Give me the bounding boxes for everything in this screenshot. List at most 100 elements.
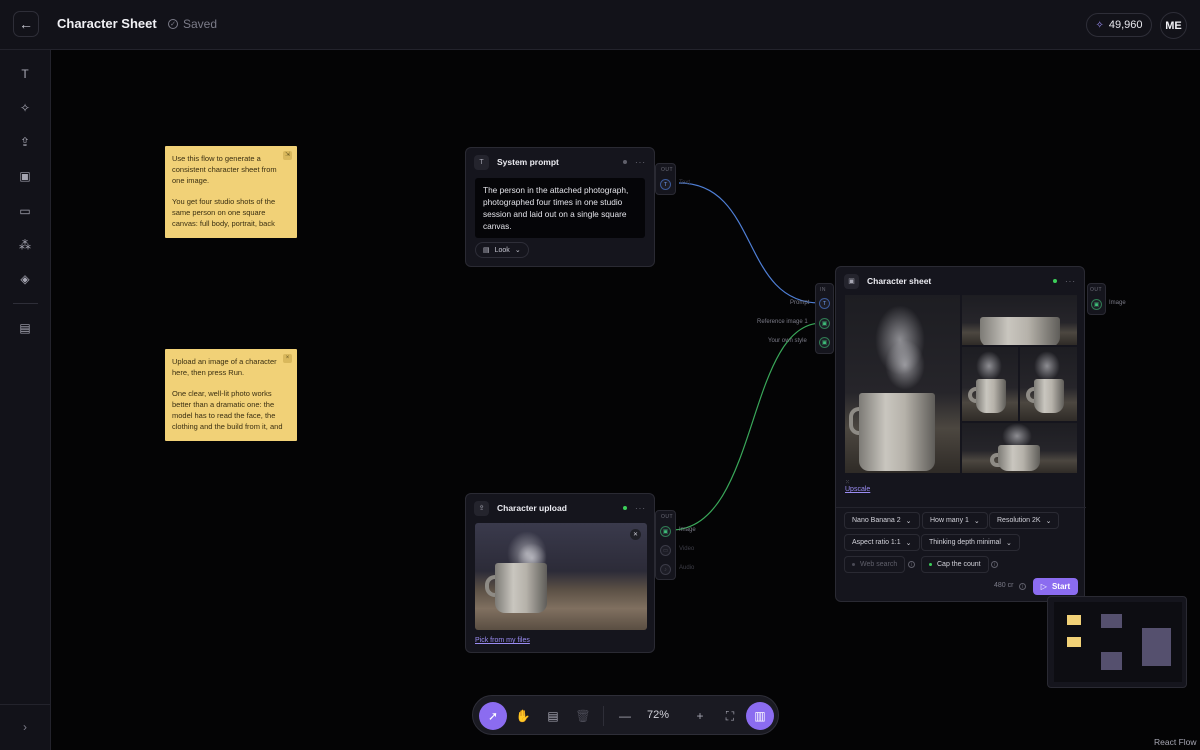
image-tool-button[interactable]: ▣ [14, 165, 36, 187]
magic-wand-tool-button[interactable]: ⁂ [14, 234, 36, 256]
audio-out-port[interactable]: ♪ [660, 564, 671, 575]
minimap-node [1101, 652, 1122, 670]
thinking-depth-select[interactable]: Thinking depth minimal ⌄ [921, 534, 1020, 551]
style-in-port[interactable]: ▣ [819, 337, 830, 348]
character-sheet-node[interactable]: ▣ Character sheet ··· ⁙ Upscale Nano Ban… [835, 266, 1086, 602]
toggle-dot [929, 563, 932, 566]
start-button[interactable]: ▷ Start [1033, 578, 1078, 595]
left-sidebar: T ✧ ⇪ ▣ ▭ ⁂ ◈ ▤ › [0, 50, 51, 750]
zoom-out-button[interactable]: — [611, 702, 639, 730]
map-icon: ▥ [754, 709, 766, 723]
port-label: Image [679, 527, 696, 533]
aspect-ratio-select[interactable]: Aspect ratio 1:1 ⌄ [844, 534, 920, 551]
minimap[interactable] [1047, 596, 1187, 688]
info-icon[interactable]: i [991, 561, 998, 568]
credits-badge[interactable]: ✧ 49,960 [1086, 13, 1152, 37]
character-sheet-in-ports: IN T ▣ ▣ [815, 283, 834, 354]
avatar[interactable]: ME [1160, 12, 1187, 39]
pick-from-files-link[interactable]: Pick from my files [475, 637, 530, 644]
result-image-left[interactable] [962, 347, 1018, 421]
resolution-select[interactable]: Resolution 2K ⌄ [989, 512, 1060, 529]
chevron-down-icon: ⌄ [1045, 517, 1052, 525]
pan-tool-button[interactable]: ✋ [509, 702, 537, 730]
sidebar-footer-divider [0, 704, 51, 705]
how-many-select[interactable]: How many 1 ⌄ [922, 512, 988, 529]
character-sheet-out-ports: OUT ▣ [1087, 283, 1106, 315]
toolbar-divider [603, 706, 604, 726]
note-text: You get four studio shots of the same pe… [172, 197, 276, 228]
port-label: Reference image 1 [757, 319, 808, 325]
resize-icon[interactable]: ⇲ [283, 151, 292, 160]
video-tool-button[interactable]: ▭ [14, 200, 36, 222]
chevron-down-icon: ⌄ [905, 539, 912, 547]
page-title: Character Sheet [57, 16, 157, 31]
close-icon[interactable]: × [283, 354, 292, 363]
info-icon[interactable]: i [1019, 583, 1026, 590]
sticky-note-intro[interactable]: ⇲ Use this flow to generate a consistent… [165, 146, 297, 238]
reference-image-in-port[interactable]: ▣ [819, 318, 830, 329]
trash-icon: 🗑 [575, 709, 591, 723]
text-out-port[interactable]: T [660, 179, 671, 190]
minimap-toggle-button[interactable]: ▥ [746, 702, 774, 730]
out-tag: OUT [661, 514, 674, 520]
port-label: Your own style [768, 338, 807, 344]
model-select[interactable]: Nano Banana 2 ⌄ [844, 512, 920, 529]
assets-icon: ▤ [19, 321, 31, 335]
layers-tool-button[interactable]: ◈ [14, 268, 36, 290]
note-text: Use this flow to generate a consistent c… [172, 154, 277, 185]
cap-count-label: Cap the count [937, 561, 981, 568]
upscale-link[interactable]: Upscale [845, 486, 870, 493]
select-tool-button[interactable]: ➚ [479, 702, 507, 730]
status-dot [623, 506, 627, 510]
result-image-bottom[interactable] [962, 423, 1077, 473]
image-out-port[interactable]: ▣ [660, 526, 671, 537]
info-icon[interactable]: i [908, 561, 915, 568]
web-search-toggle[interactable]: Web search [844, 556, 906, 573]
more-icon[interactable]: ··· [635, 158, 646, 167]
cap-count-toggle[interactable]: Cap the count [921, 556, 989, 573]
chevron-down-icon: ⌄ [1005, 539, 1012, 547]
result-image-right[interactable] [1020, 347, 1077, 421]
note-tool-button[interactable]: ▤ [539, 702, 567, 730]
sparkle-tool-button[interactable]: ✧ [14, 97, 36, 119]
look-label: Look [494, 246, 510, 254]
start-label: Start [1051, 582, 1071, 591]
out-tag: OUT [661, 167, 674, 173]
upload-tool-button[interactable]: ⇪ [14, 131, 36, 153]
zoom-in-button[interactable]: + [686, 702, 714, 730]
more-icon[interactable]: ··· [635, 504, 646, 513]
remove-image-button[interactable]: ✕ [630, 529, 641, 540]
more-icon[interactable]: ··· [1065, 277, 1076, 286]
character-upload-node[interactable]: ⇪ Character upload ··· ✕ Pick from my fi… [465, 493, 655, 653]
look-dropdown[interactable]: ▤ Look ⌄ [475, 242, 529, 258]
upload-icon: ⇪ [474, 500, 489, 516]
text-tool-button[interactable]: T [14, 63, 36, 85]
attribution[interactable]: React Flow [1154, 737, 1197, 747]
sticky-note-upload[interactable]: × Upload an image of a character here, t… [165, 349, 297, 441]
prompt-text[interactable]: The person in the attached photograph, p… [475, 178, 645, 238]
assets-tool-button[interactable]: ▤ [14, 317, 36, 339]
fit-view-button[interactable]: ⛶ [716, 702, 744, 730]
sticky-note-icon: ▤ [547, 709, 559, 723]
system-prompt-node[interactable]: T System prompt ··· The person in the at… [465, 147, 655, 267]
image-out-port[interactable]: ▣ [1091, 299, 1102, 310]
save-status-label: Saved [183, 17, 218, 31]
character-upload-out-ports: OUT ▣ ▭ ♪ [655, 510, 676, 580]
minimap-node [1142, 628, 1171, 666]
video-out-port[interactable]: ▭ [660, 545, 671, 556]
result-image-full[interactable] [845, 295, 960, 473]
result-gallery[interactable] [845, 295, 1077, 475]
prompt-in-port[interactable]: T [819, 298, 830, 309]
web-search-label: Web search [860, 561, 898, 568]
status-dot [623, 160, 627, 164]
chevron-down-icon: ⌄ [973, 517, 980, 525]
sparkle-icon: ✧ [1095, 19, 1104, 31]
resolution-label: Resolution 2K [997, 517, 1041, 524]
delete-button[interactable]: 🗑 [569, 702, 597, 730]
expand-sidebar-button[interactable]: › [14, 716, 36, 738]
back-button[interactable]: ← [13, 11, 39, 37]
result-image-top[interactable] [962, 295, 1077, 345]
minimap-node [1101, 614, 1122, 628]
arrow-left-icon: ← [19, 16, 33, 32]
system-prompt-out-ports: OUT T [655, 163, 676, 195]
